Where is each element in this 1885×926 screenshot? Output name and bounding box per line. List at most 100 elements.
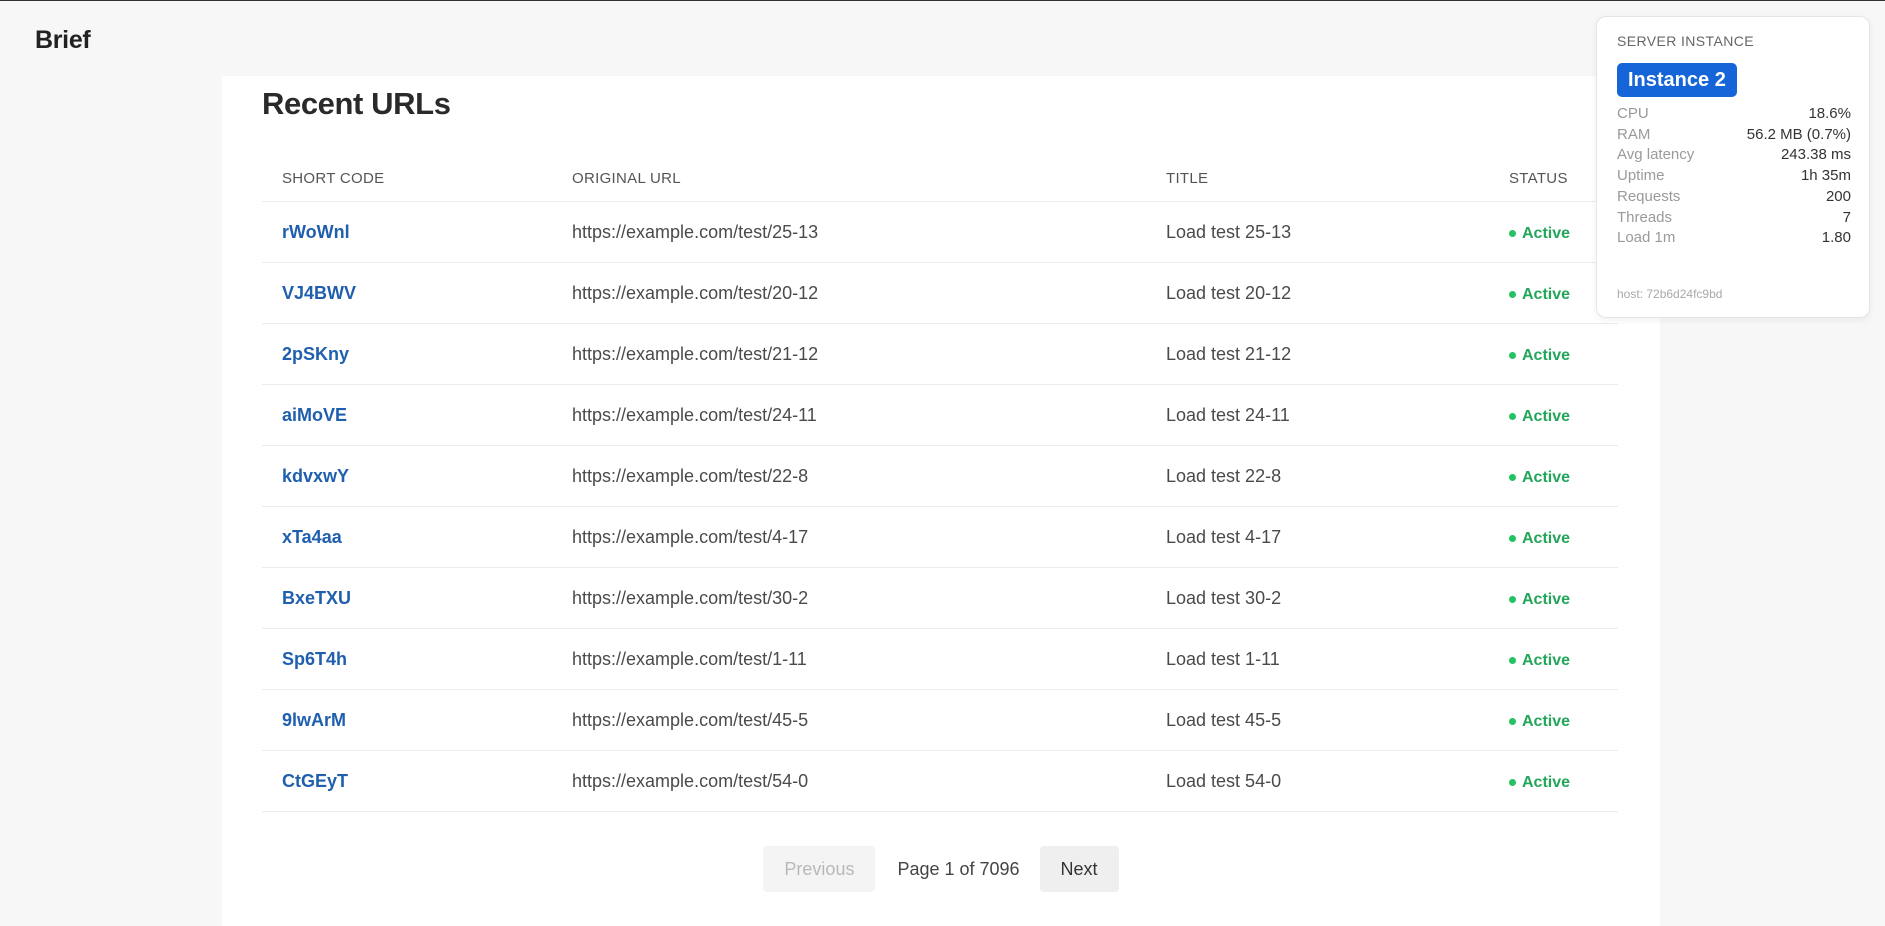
- table-row: 2pSKny https://example.com/test/21-12 Load…: [262, 323, 1618, 385]
- original-url-cell: https://example.com/test/24-11: [552, 384, 1146, 446]
- previous-button[interactable]: Previous: [763, 846, 876, 892]
- status-label: Active: [1522, 224, 1571, 242]
- title-cell: Load test 4-17: [1146, 506, 1489, 568]
- table-row: aiMoVE https://example.com/test/24-11 Load…: [262, 384, 1618, 446]
- short-code-cell: aiMoVE: [262, 384, 552, 446]
- status-cell: Active: [1489, 628, 1618, 690]
- original-url-cell: https://example.com/test/54-0: [552, 750, 1146, 812]
- metric-label: Requests: [1617, 187, 1681, 205]
- short-code-link[interactable]: VJ4BWV: [282, 283, 356, 303]
- status-badge: Active: [1509, 408, 1570, 426]
- table-row: CtGEyT https://example.com/test/54-0 Load …: [262, 750, 1618, 812]
- short-code-link[interactable]: CtGEyT: [282, 771, 348, 791]
- column-header-title: TITLE: [1146, 156, 1489, 202]
- metric-label: Avg latency: [1617, 146, 1695, 164]
- table-row: kdvxwY https://example.com/test/22-8 Load …: [262, 445, 1618, 507]
- original-url-cell: https://example.com/test/20-12: [552, 262, 1146, 324]
- original-url-cell: https://example.com/test/30-2: [552, 567, 1146, 629]
- original-url-cell: https://example.com/test/25-13: [552, 201, 1146, 263]
- metric-label: Threads: [1617, 208, 1673, 226]
- next-button[interactable]: Next: [1039, 846, 1119, 892]
- title-cell: Load test 45-5: [1146, 689, 1489, 751]
- urls-table: SHORT CODE ORIGINAL URL TITLE STATUS rWo…: [262, 156, 1618, 812]
- table-row: Sp6T4h https://example.com/test/1-11 Load …: [262, 628, 1618, 690]
- status-dot-icon: [1509, 474, 1516, 482]
- brand-logo[interactable]: Brief: [35, 26, 91, 55]
- title-cell: Load test 24-11: [1146, 384, 1489, 446]
- page-indicator: Page 1 of 7096: [897, 858, 1020, 879]
- original-url-cell: https://example.com/test/22-8: [552, 445, 1146, 507]
- status-label: Active: [1522, 712, 1571, 730]
- metric-row: CPU 18.6%: [1617, 105, 1851, 122]
- status-dot-icon: [1509, 291, 1516, 299]
- metric-label: CPU: [1617, 105, 1649, 122]
- status-cell: Active: [1489, 567, 1618, 629]
- short-code-cell: CtGEyT: [262, 750, 552, 812]
- status-dot-icon: [1509, 657, 1516, 665]
- status-label: Active: [1522, 285, 1571, 303]
- metric-row: Avg latency 243.38 ms: [1617, 146, 1851, 163]
- status-cell: Active: [1489, 445, 1618, 507]
- status-cell: Active: [1489, 323, 1618, 385]
- metric-row: Uptime 1h 35m: [1617, 167, 1851, 184]
- title-cell: Load test 25-13: [1146, 201, 1489, 263]
- short-code-link[interactable]: kdvxwY: [282, 466, 349, 486]
- short-code-link[interactable]: 9lwArM: [282, 710, 346, 730]
- column-header-short-code: SHORT CODE: [262, 156, 552, 202]
- status-dot-icon: [1509, 413, 1516, 421]
- status-badge: Active: [1509, 225, 1570, 243]
- status-badge: Active: [1509, 774, 1570, 792]
- status-label: Active: [1522, 529, 1571, 547]
- short-code-link[interactable]: xTa4aa: [282, 527, 342, 547]
- status-badge: Active: [1509, 286, 1570, 304]
- status-badge: Active: [1509, 469, 1570, 487]
- short-code-link[interactable]: rWoWnl: [282, 222, 350, 242]
- metric-value: 200: [1825, 187, 1851, 205]
- metric-label: Load 1m: [1617, 229, 1676, 247]
- instance-badge: Instance 2: [1617, 63, 1737, 97]
- table-body: rWoWnl https://example.com/test/25-13 Load…: [262, 201, 1618, 812]
- status-dot-icon: [1509, 718, 1516, 726]
- status-badge: Active: [1509, 591, 1570, 609]
- status-badge: Active: [1509, 347, 1570, 365]
- status-label: Active: [1522, 346, 1571, 364]
- title-cell: Load test 22-8: [1146, 445, 1489, 507]
- short-code-cell: 2pSKny: [262, 323, 552, 385]
- short-code-cell: 9lwArM: [262, 689, 552, 751]
- status-label: Active: [1522, 773, 1571, 791]
- original-url-cell: https://example.com/test/21-12: [552, 323, 1146, 385]
- original-url-cell: https://example.com/test/1-11: [552, 628, 1146, 690]
- window-top-border: [0, 0, 1885, 1]
- table-row: xTa4aa https://example.com/test/4-17 Load …: [262, 506, 1618, 568]
- metric-row: RAM 56.2 MB (0.7%): [1617, 126, 1851, 143]
- short-code-cell: BxeTXU: [262, 567, 552, 629]
- recent-urls-card: Recent URLs SHORT CODE ORIGINAL URL TITL…: [222, 76, 1660, 926]
- metric-row: Load 1m 1.80: [1617, 229, 1851, 246]
- title-cell: Load test 21-12: [1146, 323, 1489, 385]
- metric-value: 18.6%: [1808, 105, 1851, 122]
- status-cell: Active: [1489, 750, 1618, 812]
- status-cell: Active: [1489, 506, 1618, 568]
- metric-value: 7: [1842, 208, 1851, 226]
- table-row: rWoWnl https://example.com/test/25-13 Load…: [262, 201, 1618, 263]
- title-cell: Load test 1-11: [1146, 628, 1489, 690]
- status-cell: Active: [1489, 384, 1618, 446]
- status-dot-icon: [1509, 535, 1516, 543]
- title-cell: Load test 54-0: [1146, 750, 1489, 812]
- status-label: Active: [1522, 468, 1571, 486]
- page-title: Recent URLs: [262, 86, 451, 121]
- title-cell: Load test 20-12: [1146, 262, 1489, 324]
- short-code-link[interactable]: 2pSKny: [282, 344, 349, 364]
- metric-value: 56.2 MB (0.7%): [1746, 125, 1851, 143]
- metric-label: RAM: [1617, 125, 1651, 143]
- metric-label: Uptime: [1617, 167, 1665, 185]
- table-row: VJ4BWV https://example.com/test/20-12 Load…: [262, 262, 1618, 324]
- metric-row: Threads 7: [1617, 209, 1851, 226]
- status-cell: Active: [1489, 689, 1618, 751]
- table-row: BxeTXU https://example.com/test/30-2 Load …: [262, 567, 1618, 629]
- short-code-link[interactable]: BxeTXU: [282, 588, 351, 608]
- short-code-cell: VJ4BWV: [262, 262, 552, 324]
- short-code-link[interactable]: aiMoVE: [282, 405, 347, 425]
- short-code-link[interactable]: Sp6T4h: [282, 649, 347, 669]
- original-url-cell: https://example.com/test/45-5: [552, 689, 1146, 751]
